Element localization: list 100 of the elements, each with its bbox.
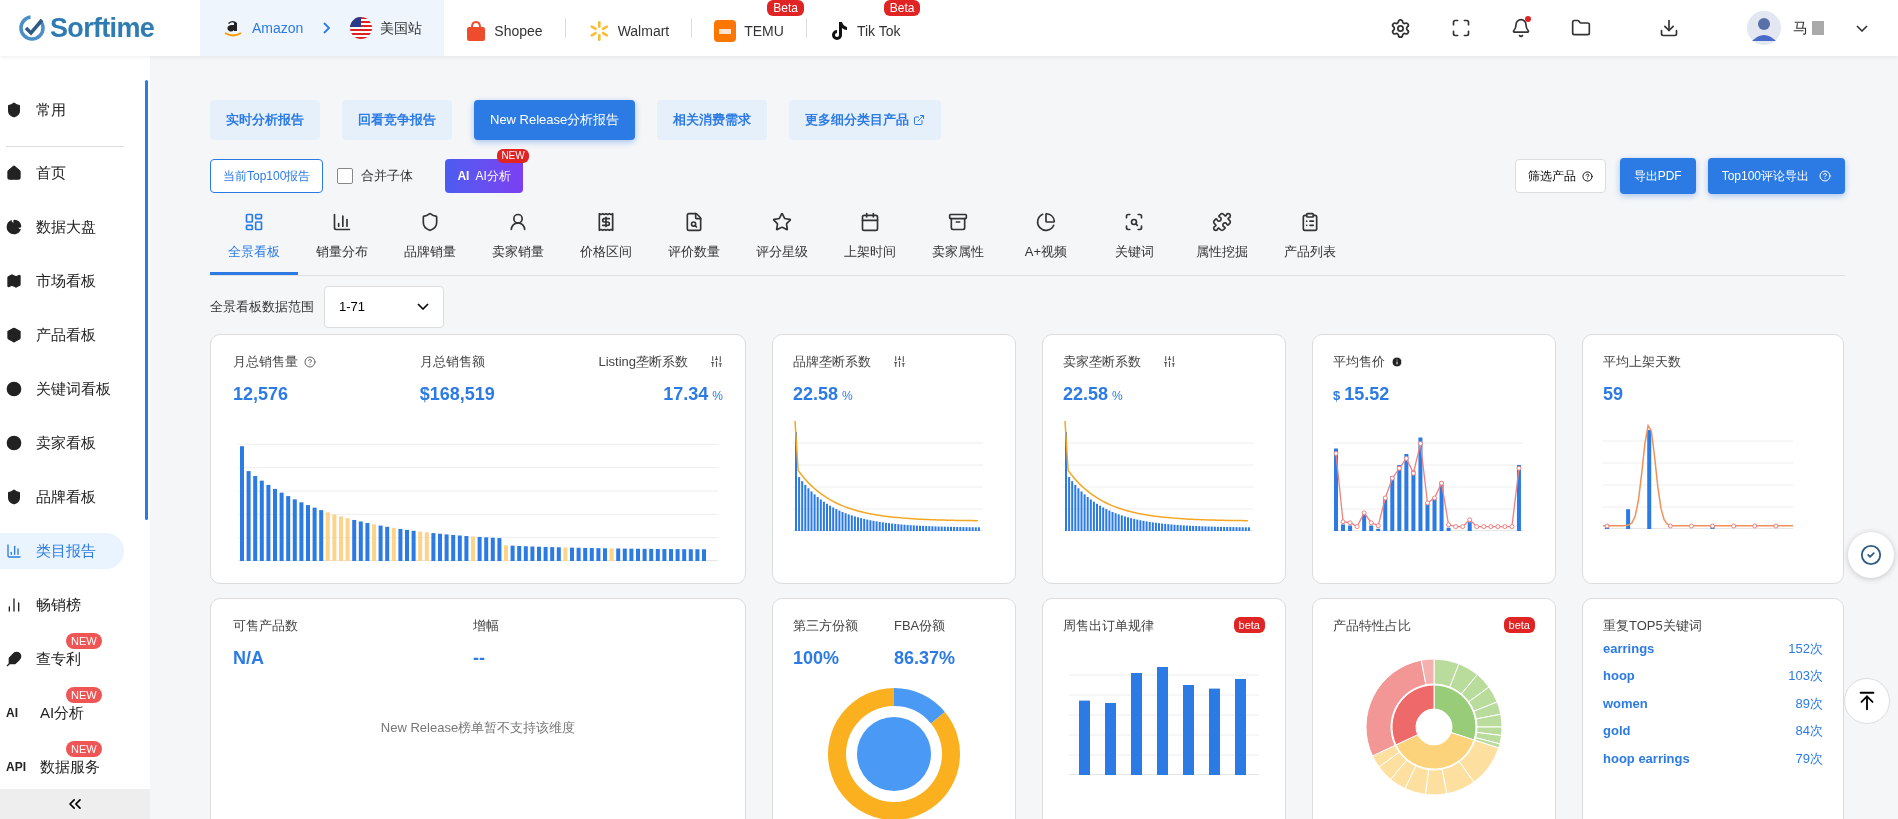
chevron-right-icon	[323, 22, 331, 34]
range-select[interactable]: 1-71	[324, 285, 444, 328]
report-tab[interactable]: A+视频	[1002, 206, 1090, 275]
metric-label: 品牌垄断系数	[793, 352, 871, 371]
keyword-link[interactable]: hoop	[1603, 666, 1635, 686]
user-icon	[508, 212, 528, 232]
report-button[interactable]: 相关消费需求	[657, 100, 768, 140]
report-tab[interactable]: 评分星级	[738, 206, 826, 275]
report-tab[interactable]: 属性挖掘	[1178, 206, 1266, 275]
report-tab[interactable]: 价格区间	[562, 206, 650, 275]
sliders-icon[interactable]	[710, 355, 723, 368]
keyword-count: 152次	[1788, 639, 1823, 658]
sidebar-item[interactable]: 类目报告	[0, 533, 124, 569]
bar-chart-icon	[6, 597, 22, 613]
avatar[interactable]	[1747, 11, 1781, 45]
report-button[interactable]: 更多细分类目产品	[789, 100, 942, 140]
data-point	[1773, 523, 1779, 528]
filter-products-button[interactable]: 筛选产品	[1514, 159, 1606, 193]
top100-report-button[interactable]: 当前Top100报告	[210, 159, 324, 193]
data-point	[1432, 495, 1437, 500]
data-point	[1417, 440, 1423, 446]
data-point	[1403, 455, 1409, 461]
merge-checkbox[interactable]	[337, 168, 354, 184]
metric-label: 平均售价	[1333, 352, 1385, 371]
scan-search-icon	[1124, 212, 1144, 232]
sidebar-item[interactable]: 卖家看板	[0, 425, 124, 461]
range-label: 全景看板数据范围	[210, 297, 314, 316]
metric-label: Listing垄断系数	[598, 352, 688, 371]
sidebar-item[interactable]: 市场看板	[0, 263, 124, 299]
report-button[interactable]: 回看竞争报告	[342, 100, 452, 140]
report-tab[interactable]: 上架时间	[826, 206, 914, 275]
sliders-icon[interactable]	[1163, 355, 1176, 368]
chevron-down-icon[interactable]	[1856, 24, 1868, 32]
dashboard-icon	[244, 212, 264, 232]
data-point	[1410, 470, 1416, 476]
marketplace-tab[interactable]: Amazon 美国站	[200, 0, 445, 56]
bar	[1432, 497, 1437, 531]
report-tab[interactable]: 关键词	[1090, 206, 1178, 275]
sidebar-item[interactable]: 畅销榜	[0, 587, 124, 623]
redacted-block	[1812, 21, 1824, 35]
keyword-link[interactable]: women	[1603, 693, 1648, 713]
marketplace-tab[interactable]: Tik Tok	[806, 20, 923, 42]
metric-value: $ 15.52	[1333, 382, 1391, 406]
report-button[interactable]: 实时分析报告	[210, 100, 320, 140]
report-tab[interactable]: 品牌销量	[386, 206, 474, 275]
data-point	[1361, 509, 1367, 515]
notification-bell-icon[interactable]	[1511, 18, 1531, 38]
metric-value: N/A	[233, 646, 265, 669]
report-tab[interactable]: 销量分布	[298, 206, 386, 275]
sidebar-item[interactable]: 品牌看板	[0, 479, 124, 515]
metric-label: 月总销售额	[419, 352, 485, 371]
sliders-icon[interactable]	[893, 355, 906, 368]
check-float-button[interactable]	[1848, 532, 1894, 578]
metric-value: --	[473, 646, 486, 669]
sidebar-item[interactable]: 首页	[0, 155, 124, 191]
sidebar-item[interactable]: 产品看板	[0, 317, 124, 353]
archive-icon	[948, 212, 968, 232]
keyword-link[interactable]: earrings	[1603, 638, 1655, 658]
export-pdf-button[interactable]: 导出PDF	[1619, 158, 1696, 194]
download-icon[interactable]	[1659, 18, 1679, 38]
export-reviews-button[interactable]: Top100评论导出	[1707, 158, 1845, 194]
marketplace-tab[interactable]: Walmart	[565, 20, 692, 42]
info-icon[interactable]	[1391, 355, 1403, 368]
metric-value: 100%	[793, 646, 841, 669]
sidebar-item[interactable]: 关键词看板	[0, 371, 124, 407]
bar-chart-icon	[332, 212, 352, 232]
report-tab[interactable]: 卖家销量	[474, 206, 562, 275]
file-search-icon	[684, 212, 704, 232]
metric-value: 22.58 %	[793, 382, 854, 406]
report-tab[interactable]: 产品列表	[1266, 206, 1354, 275]
data-point	[1396, 465, 1402, 471]
keyword-link[interactable]: hoop earrings	[1603, 748, 1690, 768]
sidebar-item[interactable]: 数据大盘	[0, 209, 124, 245]
report-tab[interactable]: 评价数量	[650, 206, 738, 275]
beta-badge: beta	[1503, 616, 1535, 633]
merge-label: 合并子体	[361, 167, 414, 186]
ai-analysis-button[interactable]: AI AI分析	[445, 159, 523, 193]
metric-label: 平均上架天数	[1603, 352, 1681, 371]
scrollbar-thumb[interactable]	[145, 80, 148, 520]
sidebar-item[interactable]: 常用	[0, 92, 124, 128]
report-tab[interactable]: 卖家属性	[914, 206, 1002, 275]
star-icon	[772, 212, 792, 232]
settings-icon[interactable]	[1390, 17, 1411, 39]
metric-label: FBA份额	[894, 616, 946, 635]
report-button[interactable]: New Release分析报告	[474, 100, 636, 140]
back-to-top-button[interactable]	[1844, 678, 1890, 724]
help-icon[interactable]	[304, 355, 316, 368]
data-point	[1688, 523, 1694, 528]
keyword-link[interactable]: gold	[1603, 721, 1631, 741]
clipboard-list-icon	[1300, 212, 1320, 232]
report-tab[interactable]: 全景看板	[210, 206, 298, 275]
fullscreen-icon[interactable]	[1451, 18, 1471, 38]
logo-text: Sorftime	[50, 11, 155, 45]
metric-label: 增幅	[473, 616, 499, 635]
data-point	[1425, 499, 1430, 505]
marketplace-tab[interactable]: Shopee	[444, 20, 565, 42]
marketplace-tab[interactable]: TEMU	[692, 20, 806, 42]
bar	[1425, 503, 1430, 531]
bar	[1626, 508, 1631, 529]
folder-icon[interactable]	[1571, 18, 1591, 38]
